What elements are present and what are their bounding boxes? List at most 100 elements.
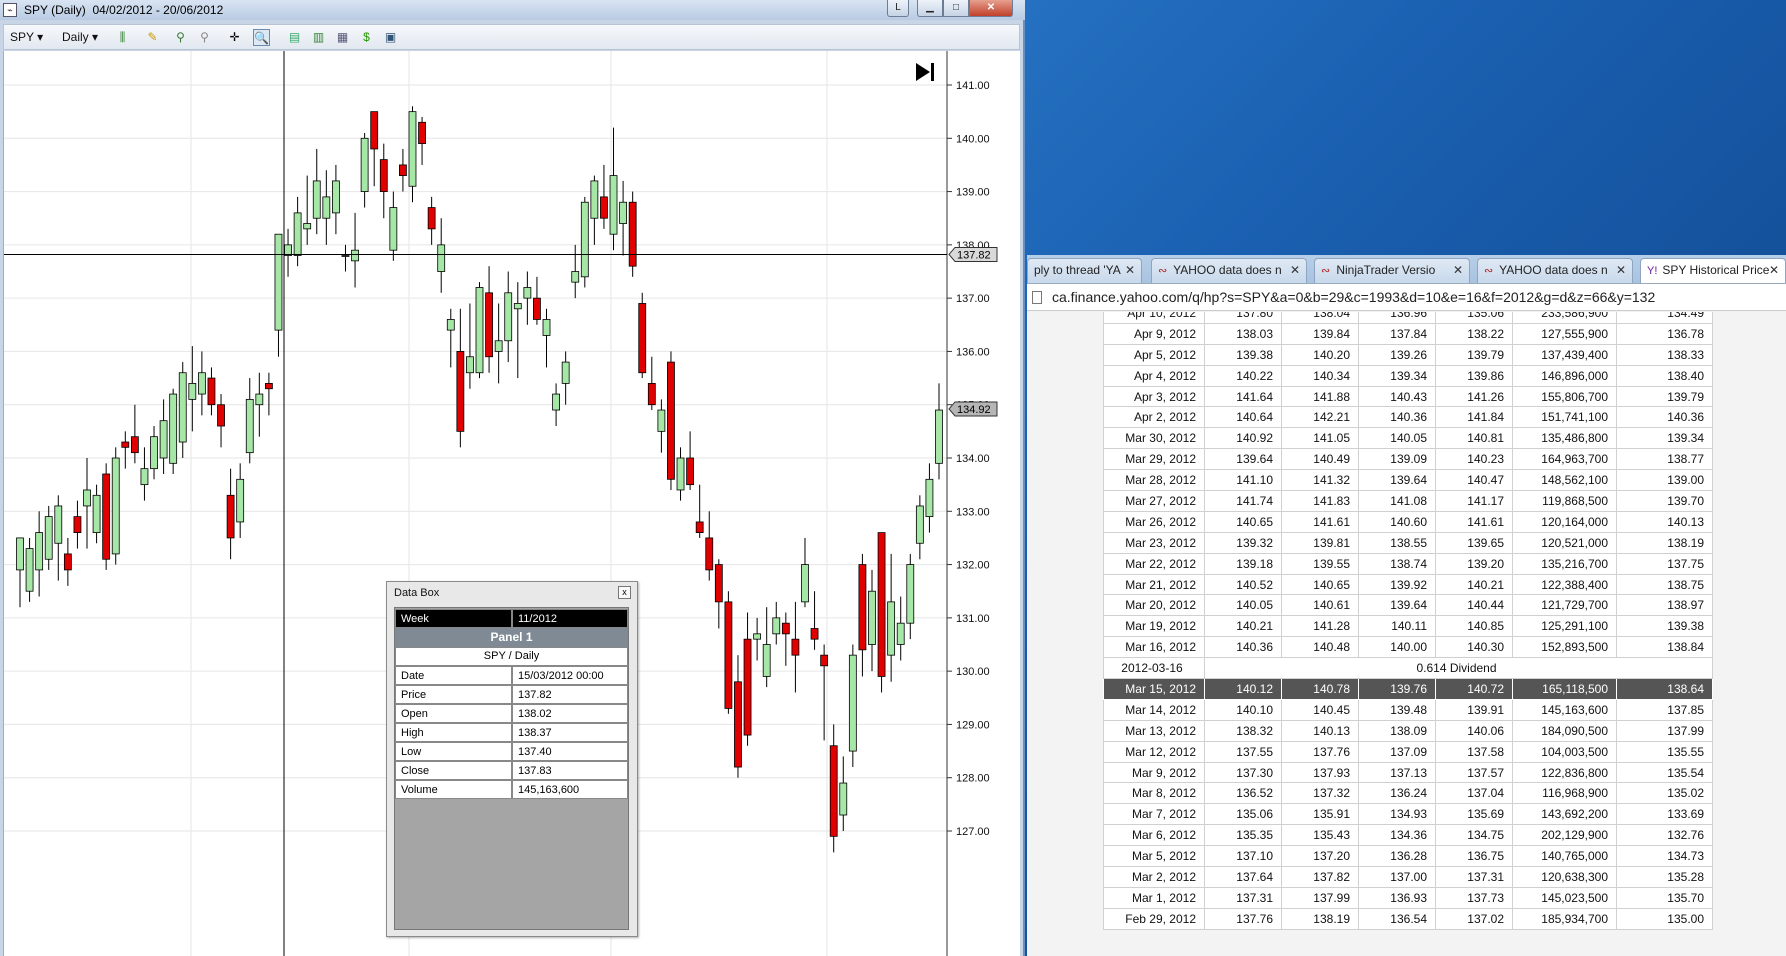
interval-selector[interactable]: Daily ▾ [62, 29, 98, 46]
zoom-in-icon[interactable]: ⚲ [172, 29, 189, 46]
data-box-close-button[interactable]: x [618, 586, 631, 599]
candle-up[interactable] [16, 537, 24, 571]
candle-up[interactable] [475, 287, 484, 374]
candle-down[interactable] [734, 681, 742, 768]
candle-up[interactable] [935, 409, 943, 464]
candle-up[interactable] [35, 532, 44, 571]
candle-up[interactable] [504, 292, 513, 342]
candle-down[interactable] [379, 159, 388, 192]
candle-up[interactable] [236, 478, 245, 523]
candle-down[interactable] [628, 201, 637, 267]
close-button[interactable]: ✕ [969, 0, 1013, 17]
candle-up[interactable] [140, 468, 149, 486]
candle-up[interactable] [178, 372, 187, 443]
candle-up[interactable] [437, 244, 446, 272]
candle-up[interactable] [466, 356, 474, 374]
browser-tab[interactable]: ∾ NinjaTrader Versio ✕ [1314, 258, 1470, 283]
tab-close-icon[interactable]: ✕ [1290, 259, 1300, 281]
candle-up[interactable] [580, 201, 589, 278]
candle-down[interactable] [858, 564, 867, 651]
tab-close-icon[interactable]: ✕ [1616, 259, 1626, 281]
candle-up[interactable] [868, 590, 876, 645]
candle-down[interactable] [638, 303, 647, 374]
browser-tab[interactable]: ply to thread 'YA ✕ [1027, 258, 1142, 283]
candle-down[interactable] [121, 441, 130, 448]
candle-up[interactable] [25, 548, 34, 592]
candle-up[interactable] [83, 489, 91, 507]
candle-down[interactable] [456, 351, 465, 432]
magnifier-icon[interactable]: 🔍 [253, 29, 270, 46]
candle-up[interactable] [389, 207, 398, 251]
candle-up[interactable] [523, 287, 532, 299]
candle-up[interactable] [552, 393, 560, 411]
candle-down[interactable] [714, 564, 723, 603]
candle-up[interactable] [915, 505, 924, 544]
properties-icon[interactable]: ▦ [334, 29, 351, 46]
candle-down[interactable] [130, 436, 139, 454]
candle-down[interactable] [829, 745, 838, 837]
candle-up[interactable] [92, 494, 101, 533]
candle-up[interactable] [762, 644, 771, 677]
candle-up[interactable] [839, 782, 848, 816]
candle-up[interactable] [925, 478, 934, 518]
candle-down[interactable] [207, 377, 216, 406]
candle-down[interactable] [73, 516, 82, 534]
candle-up[interactable] [54, 505, 63, 544]
candle-up[interactable] [44, 516, 53, 560]
candle-up[interactable] [676, 457, 685, 491]
candle-down[interactable] [600, 196, 608, 219]
candle-up[interactable] [590, 180, 599, 219]
candle-down[interactable] [427, 207, 436, 230]
strategies-icon[interactable]: ▥ [310, 29, 327, 46]
candle-up[interactable] [561, 361, 570, 384]
candle-down[interactable] [810, 628, 819, 640]
candle-up[interactable] [293, 212, 302, 256]
candle-down[interactable] [264, 382, 273, 390]
candle-down[interactable] [217, 404, 225, 427]
candle-up[interactable] [351, 249, 359, 262]
browser-tab[interactable]: ∾ YAHOO data does n ✕ [1477, 258, 1633, 283]
candle-up[interactable] [245, 398, 254, 454]
candle-down[interactable] [399, 164, 407, 176]
candle-down[interactable] [695, 521, 704, 534]
candle-up[interactable] [887, 601, 896, 656]
candle-down[interactable] [418, 121, 426, 145]
candle-down[interactable] [647, 382, 656, 406]
candle-up[interactable] [159, 420, 168, 459]
candle-up[interactable] [150, 436, 158, 470]
window-titlebar[interactable]: ⌁ SPY (Daily) 04/02/2012 - 20/06/2012 L … [0, 0, 1025, 20]
candle-up[interactable] [619, 201, 627, 224]
chart-style-icon[interactable]: ⫼ [114, 29, 131, 46]
candle-up[interactable] [312, 180, 321, 219]
candle-down[interactable] [370, 111, 379, 150]
crosshair-icon[interactable]: ✛ [226, 29, 243, 46]
candle-up[interactable] [188, 382, 197, 400]
indicators-icon[interactable]: ▤ [286, 29, 303, 46]
browser-tab[interactable]: Y! SPY Historical Price ✕ [1640, 258, 1786, 283]
candle-up[interactable] [848, 654, 857, 752]
address-bar[interactable]: ca.finance.yahoo.com/q/hp?s=SPY&a=0&b=29… [1027, 283, 1786, 311]
drawing-tool-icon[interactable]: ✎ [144, 29, 161, 46]
zoom-out-icon[interactable]: ⚲ [196, 29, 213, 46]
candle-down[interactable] [102, 473, 111, 560]
candle-up[interactable] [753, 633, 762, 640]
candle-up[interactable] [657, 409, 666, 432]
candle-up[interactable] [111, 457, 120, 555]
candle-up[interactable] [609, 175, 618, 235]
candle-up[interactable] [896, 622, 905, 645]
instrument-selector[interactable]: SPY ▾ [10, 29, 43, 46]
candle-down[interactable] [820, 654, 829, 667]
candle-down[interactable] [791, 638, 800, 656]
tab-close-icon[interactable]: ✕ [1125, 259, 1135, 281]
candle-down[interactable] [724, 601, 733, 709]
browser-tab[interactable]: ∾ YAHOO data does n ✕ [1151, 258, 1307, 283]
candle-up[interactable] [303, 223, 312, 230]
candle-up[interactable] [322, 196, 331, 219]
candle-up[interactable] [274, 233, 283, 331]
scroll-to-end-icon[interactable] [916, 63, 930, 81]
candle-up[interactable] [772, 617, 781, 635]
candle-up[interactable] [255, 393, 264, 406]
candle-down[interactable] [705, 537, 714, 571]
candle-up[interactable] [169, 393, 178, 464]
candle-up[interactable] [197, 372, 206, 395]
